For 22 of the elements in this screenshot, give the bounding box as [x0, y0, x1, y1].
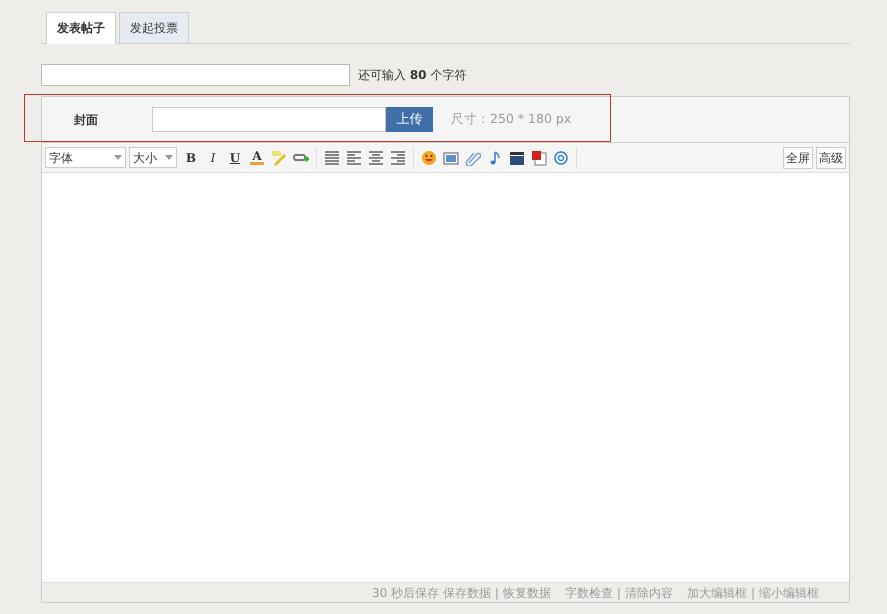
- separator: |: [616, 586, 621, 600]
- upload-button[interactable]: 上传: [386, 107, 433, 132]
- separator: |: [494, 586, 499, 600]
- tab[interactable]: 发起投票: [119, 12, 189, 44]
- toolbar-button[interactable]: 高级: [816, 146, 846, 168]
- underline-button[interactable]: U: [224, 148, 246, 166]
- caret-icon[interactable]: [114, 155, 122, 160]
- color-button[interactable]: A: [250, 150, 264, 165]
- cover-input-field[interactable]: [152, 107, 386, 132]
- dropdown-select[interactable]: 字体: [45, 147, 126, 168]
- italic-button[interactable]: I: [202, 148, 224, 166]
- dropdown-select[interactable]: 大小: [129, 147, 177, 168]
- size-hint: 尺寸：250 * 180 px: [451, 110, 572, 128]
- caret-icon[interactable]: [165, 155, 173, 160]
- tab[interactable]: 发表帖子: [46, 12, 116, 44]
- toolbar-button[interactable]: 全屏: [783, 146, 813, 168]
- cover-label: 封面: [74, 112, 99, 128]
- character-counter: 还可输入 80 个字符: [358, 67, 466, 84]
- title-input-field[interactable]: [41, 64, 350, 86]
- bold-button[interactable]: B: [180, 148, 202, 166]
- autosave-text: 30 秒后保存: [372, 586, 440, 600]
- separator: |: [750, 586, 755, 600]
